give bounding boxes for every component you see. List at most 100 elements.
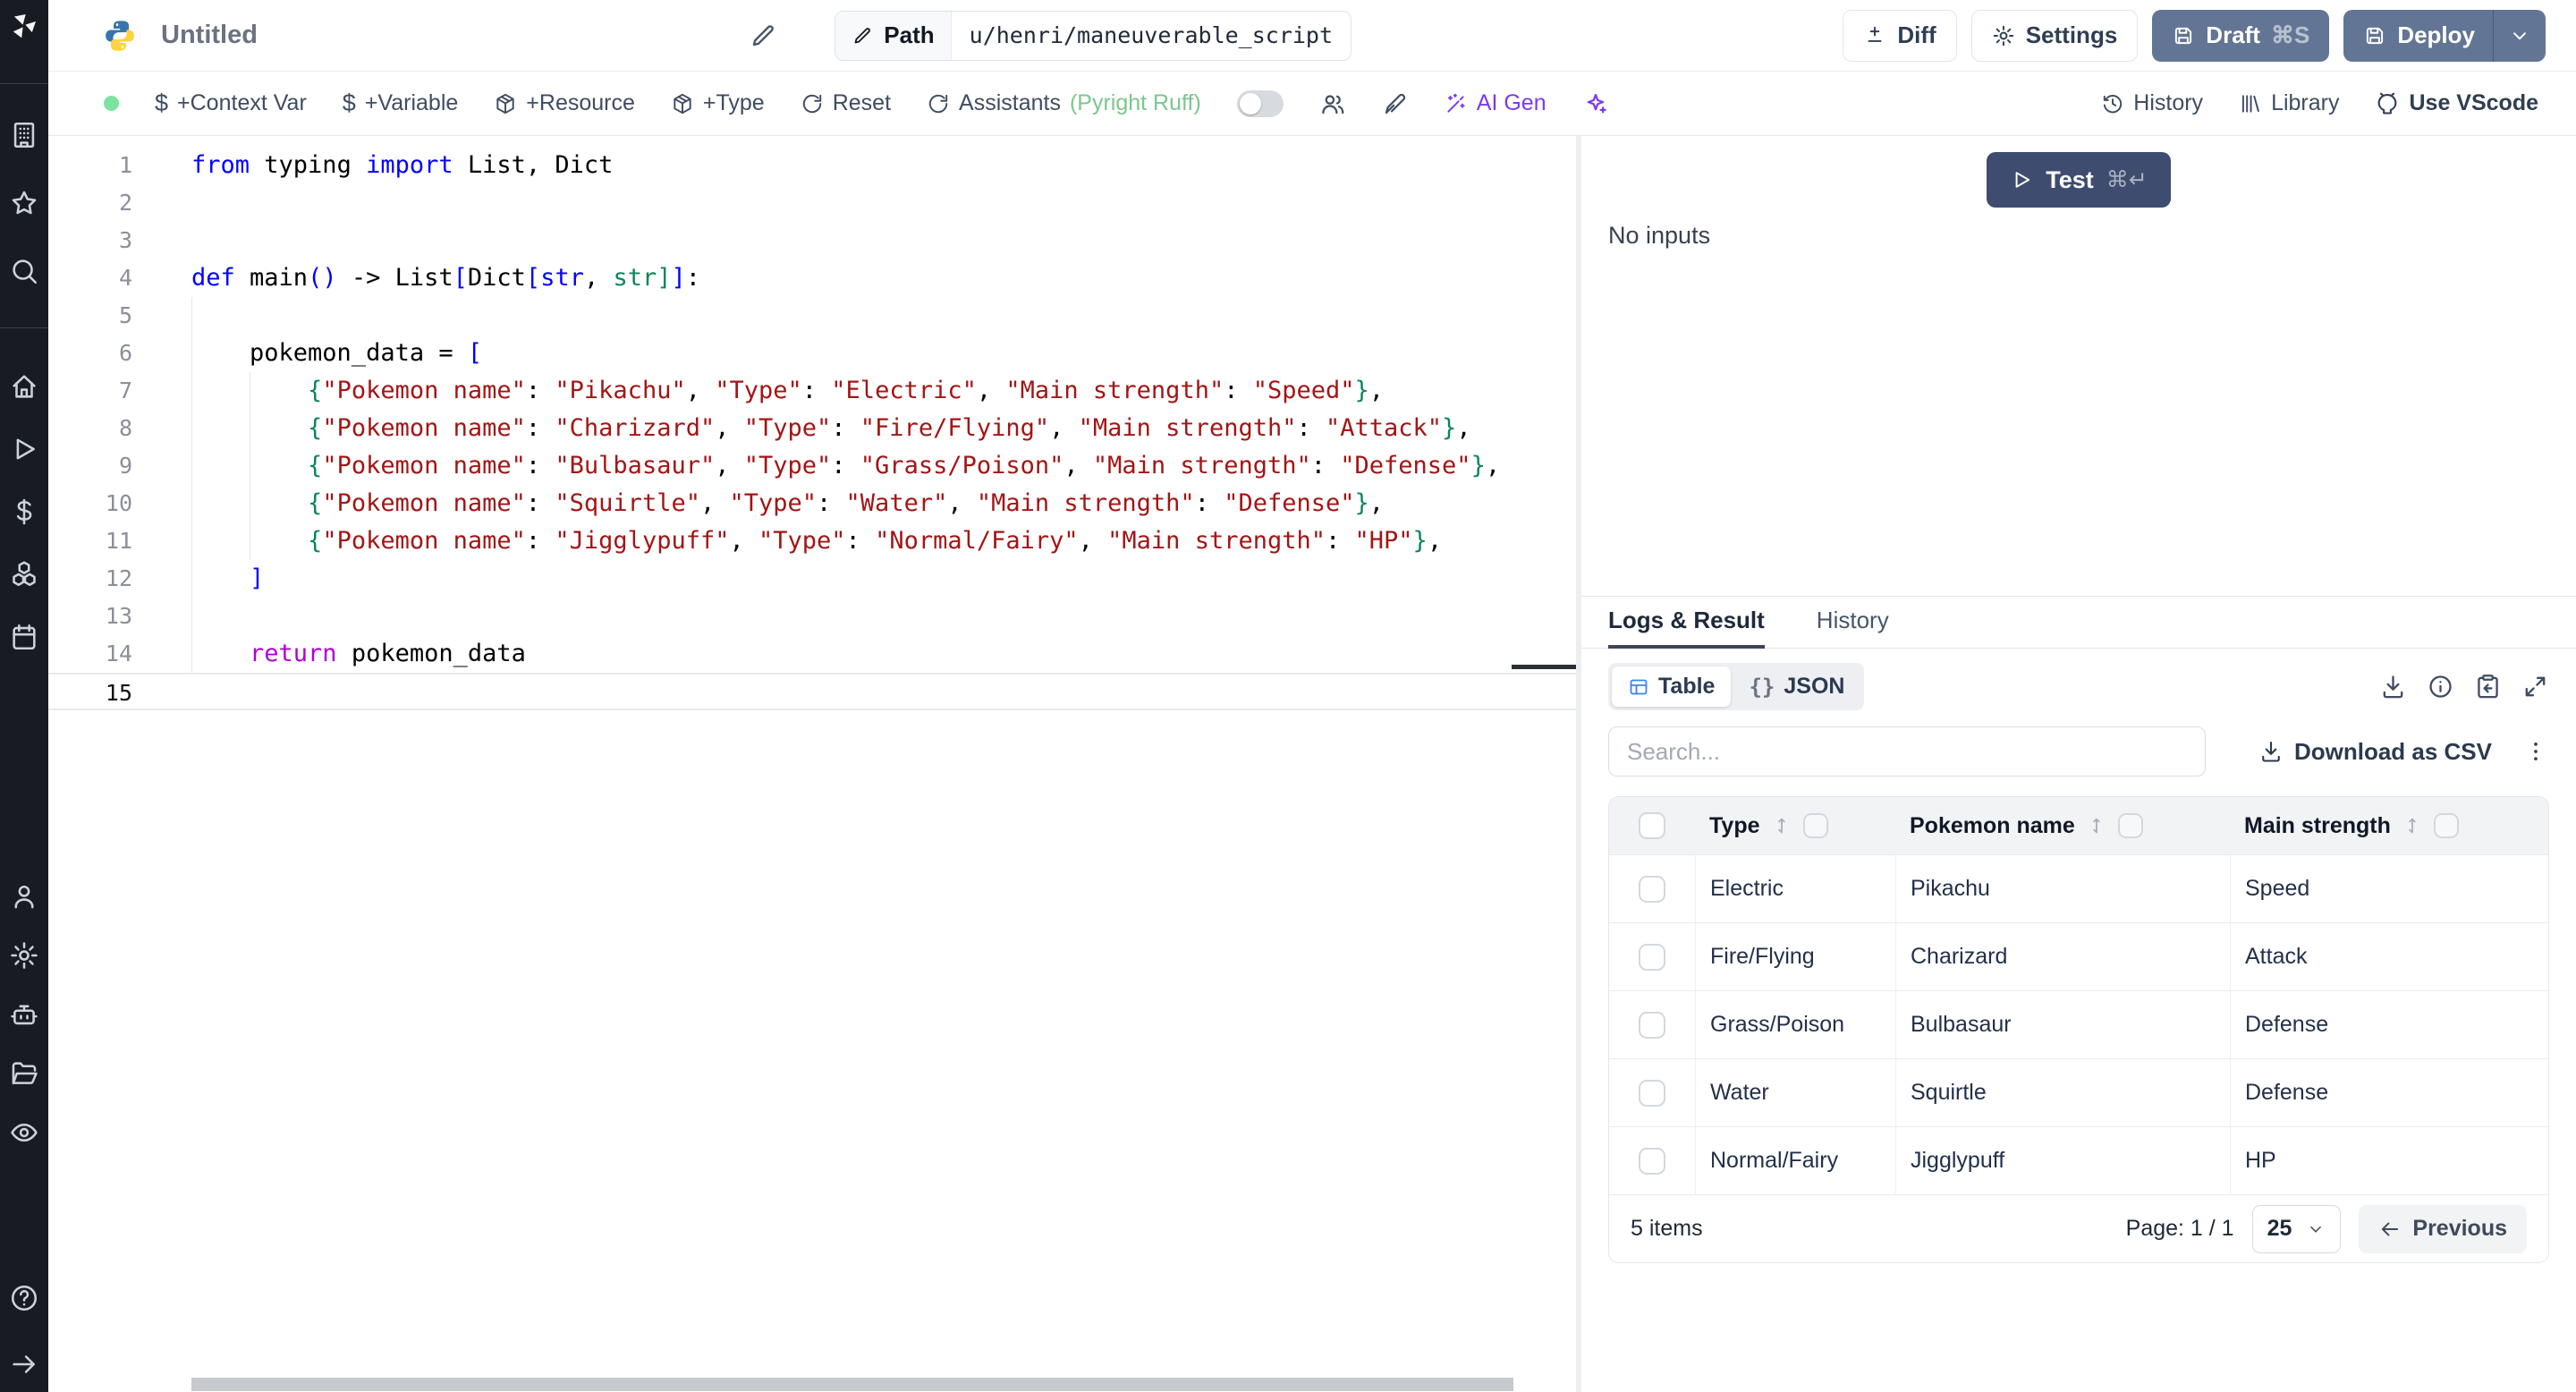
- settings-button[interactable]: Settings: [1970, 9, 2139, 62]
- resources-icon: [9, 559, 39, 590]
- sidebar-item-resources[interactable]: [9, 559, 39, 590]
- info-icon[interactable]: [2427, 673, 2454, 700]
- code-line-13[interactable]: 13: [48, 598, 1576, 635]
- column-filter-checkbox[interactable]: [2433, 813, 2459, 838]
- test-button[interactable]: Test ⌘↵: [1987, 152, 2171, 208]
- code-line-7[interactable]: 7 {"Pokemon name": "Pikachu", "Type": "E…: [48, 372, 1576, 410]
- table-cell: Grass/Poison: [1695, 991, 1895, 1058]
- assistants-button[interactable]: Assistants (Pyright Ruff): [927, 90, 1201, 116]
- editor-horizontal-scrollbar[interactable]: [191, 1378, 1513, 1391]
- deploy-dropdown-toggle[interactable]: [2493, 9, 2546, 62]
- code-line-11[interactable]: 11 {"Pokemon name": "Jigglypuff", "Type"…: [48, 522, 1576, 560]
- paintbrush-icon[interactable]: [1382, 90, 1409, 117]
- table-cell: Charizard: [1895, 923, 2230, 990]
- sidebar-item-help[interactable]: [9, 1283, 39, 1313]
- sidebar-item-audit-logs[interactable]: [9, 1117, 39, 1148]
- code-line-2[interactable]: 2: [48, 184, 1576, 222]
- code-line-4[interactable]: 4 def main() -> List[Dict[str, str]]:: [48, 259, 1576, 297]
- column-header-pokemon-name[interactable]: Pokemon name: [1910, 813, 2075, 839]
- sidebar-item-schedules[interactable]: [9, 622, 39, 652]
- view-table-button[interactable]: Table: [1612, 666, 1732, 707]
- code-line-9[interactable]: 9 {"Pokemon name": "Bulbasaur", "Type": …: [48, 447, 1576, 485]
- sort-icon[interactable]: [2086, 815, 2107, 836]
- clipboard-copy-icon[interactable]: [2474, 673, 2502, 700]
- column-header-type[interactable]: Type: [1709, 813, 1760, 839]
- code-line-14[interactable]: 14 return pokemon_data: [48, 635, 1576, 673]
- sidebar-item-variables[interactable]: [9, 497, 39, 527]
- add-context-var-button[interactable]: $ +Context Var: [155, 89, 307, 117]
- select-all-checkbox[interactable]: [1639, 812, 1665, 839]
- edit-title-pencil-icon[interactable]: [749, 21, 777, 50]
- path-widget[interactable]: Path u/henri/maneuverable_script: [835, 10, 1352, 61]
- sidebar-item-expand[interactable]: [9, 1349, 39, 1379]
- search-input[interactable]: [1608, 726, 2206, 777]
- code-line-5[interactable]: 5: [48, 297, 1576, 335]
- code-line-12[interactable]: 12 ]: [48, 560, 1576, 598]
- settings-icon: [9, 940, 39, 971]
- library-button[interactable]: Library: [2239, 90, 2339, 116]
- column-filter-checkbox[interactable]: [2117, 813, 2143, 838]
- sidebar-item-users[interactable]: [9, 881, 39, 912]
- code-line-15[interactable]: 15: [48, 673, 1576, 710]
- table-row[interactable]: Grass/Poison Bulbasaur Defense: [1609, 990, 2548, 1058]
- code-line-8[interactable]: 8 {"Pokemon name": "Charizard", "Type": …: [48, 410, 1576, 447]
- expand-icon[interactable]: [2521, 673, 2549, 700]
- column-header-main-strength[interactable]: Main strength: [2244, 813, 2391, 839]
- column-filter-checkbox[interactable]: [1802, 813, 1828, 838]
- diff-button[interactable]: Diff: [1843, 9, 1957, 62]
- add-variable-button[interactable]: $ +Variable: [343, 89, 459, 117]
- draft-button[interactable]: Draft ⌘S: [2152, 9, 2330, 62]
- sidebar-item-workers[interactable]: [9, 999, 39, 1030]
- table-row[interactable]: Water Squirtle Defense: [1609, 1058, 2548, 1126]
- table-row[interactable]: Fire/Flying Charizard Attack: [1609, 922, 2548, 990]
- editor-toolbar: $ +Context Var $ +Variable +Resource +Ty…: [48, 72, 2576, 136]
- sort-icon[interactable]: [2402, 815, 2423, 836]
- download-csv-button[interactable]: Download as CSV: [2258, 738, 2492, 766]
- history-button[interactable]: History: [2101, 90, 2203, 116]
- code-editor[interactable]: 1 from typing import List, Dict 2 3 4 def mai…: [48, 136, 1576, 1392]
- row-checkbox[interactable]: [1639, 1079, 1665, 1107]
- add-resource-button[interactable]: +Resource: [494, 90, 635, 116]
- code-text: [132, 598, 1576, 635]
- add-type-button[interactable]: +Type: [671, 90, 765, 116]
- deploy-button[interactable]: Deploy: [2343, 9, 2546, 62]
- row-checkbox[interactable]: [1639, 943, 1665, 971]
- row-checkbox[interactable]: [1639, 1011, 1665, 1039]
- sidebar-item-home[interactable]: [9, 371, 39, 402]
- code-line-10[interactable]: 10 {"Pokemon name": "Squirtle", "Type": …: [48, 485, 1576, 522]
- sidebar-item-workspace[interactable]: [9, 120, 39, 150]
- sidebar-item-settings[interactable]: [9, 940, 39, 971]
- code-line-6[interactable]: 6 pokemon_data = [: [48, 335, 1576, 372]
- sort-icon[interactable]: [1771, 815, 1792, 836]
- tab-history[interactable]: History: [1817, 607, 1889, 649]
- sidebar-item-folders[interactable]: [9, 1058, 39, 1089]
- sidebar-item-favorites[interactable]: [9, 188, 39, 218]
- sidebar-item-runs[interactable]: [9, 434, 39, 464]
- indent-guide: [191, 560, 192, 598]
- download-icon[interactable]: [2379, 673, 2407, 700]
- sidebar-item-search[interactable]: [9, 256, 39, 286]
- previous-page-button[interactable]: Previous: [2359, 1204, 2527, 1253]
- table-row[interactable]: Normal/Fairy Jigglypuff HP: [1609, 1126, 2548, 1194]
- table-row[interactable]: Electric Pikachu Speed: [1609, 854, 2548, 922]
- windmill-logo[interactable]: [0, 0, 48, 84]
- code-line-1[interactable]: 1 from typing import List, Dict: [48, 147, 1576, 184]
- code-line-3[interactable]: 3: [48, 222, 1576, 259]
- view-json-button[interactable]: {} JSON: [1733, 666, 1860, 707]
- multiplayer-toggle[interactable]: [1236, 89, 1284, 117]
- refresh-icon: [927, 92, 950, 115]
- row-checkbox[interactable]: [1639, 1147, 1665, 1175]
- right-panel: Test ⌘↵ No inputs Logs & Result History: [1581, 136, 2576, 1392]
- ai-gen-button[interactable]: AI Gen: [1445, 90, 1546, 116]
- path-value[interactable]: u/henri/maneuverable_script: [951, 11, 1352, 60]
- tab-logs-result[interactable]: Logs & Result: [1608, 607, 1765, 649]
- use-vscode-button[interactable]: Use VScode: [2375, 90, 2538, 116]
- sparkles-icon[interactable]: [1582, 90, 1609, 117]
- row-checkbox[interactable]: [1639, 875, 1665, 903]
- line-number: 12: [105, 565, 132, 591]
- users-icon[interactable]: [1319, 90, 1346, 117]
- kebab-menu-icon[interactable]: [2522, 738, 2549, 765]
- reset-button[interactable]: Reset: [801, 90, 891, 116]
- indent-guide: [191, 485, 192, 522]
- page-size-select[interactable]: 25: [2251, 1204, 2342, 1253]
